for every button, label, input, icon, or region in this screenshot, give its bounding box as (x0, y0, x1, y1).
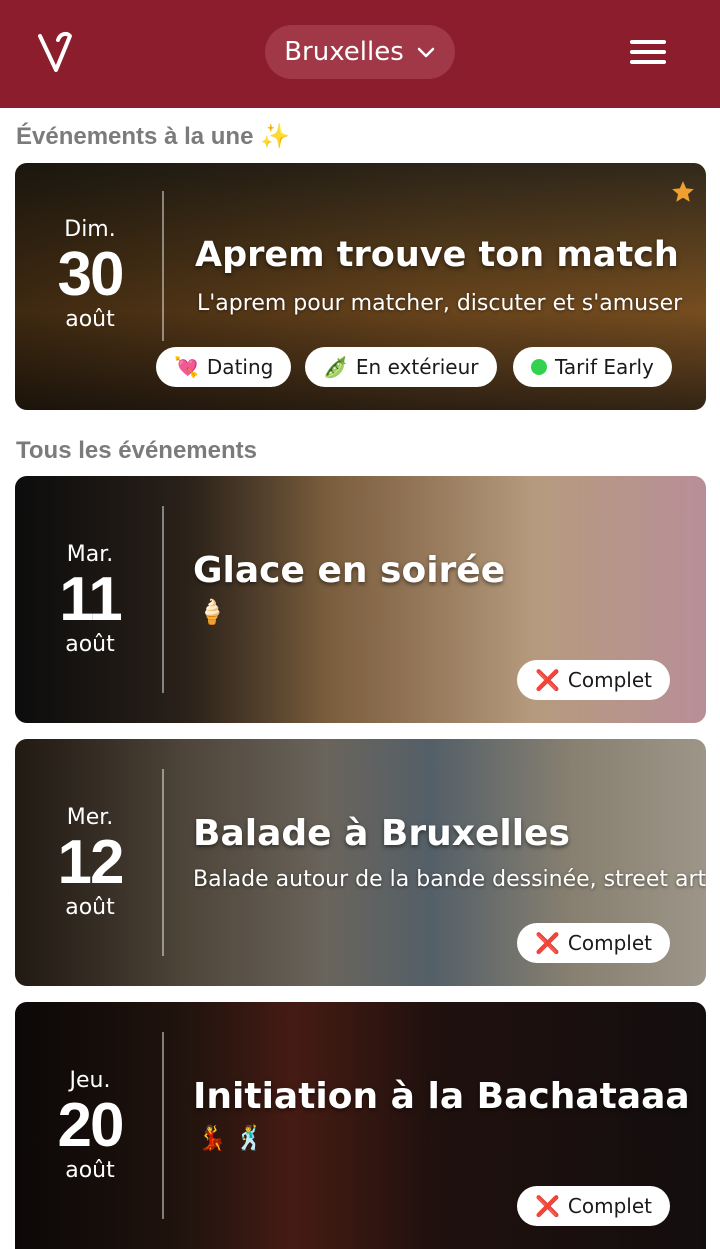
date-divider (162, 506, 164, 693)
event-subtitle: L'aprem pour matcher, discuter et s'amus… (197, 291, 683, 316)
dancer-icon: 💃 🕺 (197, 1124, 265, 1152)
cross-icon: ❌ (535, 931, 560, 955)
event-card[interactable]: Mar. 11 août Glace en soirée 🍦 ❌ Complet (15, 476, 706, 723)
event-card[interactable]: Jeu. 20 août Initiation à la Bachataaa 💃… (15, 1002, 706, 1249)
event-card[interactable]: Mer. 12 août Balade à Bruxelles Balade a… (15, 739, 706, 986)
event-weekday: Mar. (66, 541, 114, 567)
event-title: Glace en soirée (193, 550, 506, 591)
event-day-number: 30 (57, 239, 125, 309)
tag-dating: 💘 Dating (156, 347, 292, 387)
event-date: Dim. 30 août (15, 163, 165, 398)
event-title: Balade à Bruxelles (193, 813, 570, 854)
event-weekday: Dim. (64, 216, 116, 242)
featured-section-title: Événements à la une ✨ (16, 123, 290, 150)
pea-pod-icon: 🫛 (323, 355, 348, 379)
date-divider (162, 191, 164, 341)
event-weekday: Jeu. (69, 1067, 111, 1093)
hamburger-menu-icon[interactable] (630, 38, 666, 66)
event-month: août (65, 307, 115, 333)
event-day-number: 12 (57, 827, 125, 897)
event-date: Mer. 12 août (15, 739, 165, 986)
cross-icon: ❌ (535, 1194, 560, 1218)
logo-icon[interactable] (36, 30, 76, 74)
cross-icon: ❌ (535, 668, 560, 692)
status-badge: ❌ Complet (517, 1186, 670, 1226)
date-divider (162, 1032, 164, 1219)
tag-early-price: Tarif Early (513, 347, 672, 387)
star-icon (672, 181, 694, 202)
event-weekday: Mer. (66, 804, 114, 830)
chevron-down-icon (417, 47, 435, 58)
all-events-section-title: Tous les événements (16, 437, 257, 464)
event-day-number: 20 (57, 1090, 125, 1160)
event-date: Jeu. 20 août (15, 1002, 165, 1249)
event-day-number: 11 (59, 564, 123, 634)
app-header: Bruxelles (0, 0, 720, 108)
status-badge: ❌ Complet (517, 660, 670, 700)
event-month: août (65, 895, 115, 921)
event-month: août (65, 1158, 115, 1184)
event-title: Initiation à la Bachataaa (193, 1076, 690, 1117)
event-title: Aprem trouve ton match (195, 235, 679, 275)
featured-event-card[interactable]: Dim. 30 août Aprem trouve ton match L'ap… (15, 163, 706, 410)
event-subtitle: Balade autour de la bande dessinée, stre… (193, 867, 706, 892)
event-date: Mar. 11 août (15, 476, 165, 723)
status-badge: ❌ Complet (517, 923, 670, 963)
event-month: août (65, 632, 115, 658)
city-label: Bruxelles (284, 37, 404, 67)
tag-outdoor: 🫛 En extérieur (305, 347, 497, 387)
green-dot-icon (531, 359, 547, 375)
ice-cream-icon: 🍦 (197, 598, 227, 626)
date-divider (162, 769, 164, 956)
heart-icon: 💘 (174, 355, 199, 379)
city-selector[interactable]: Bruxelles (265, 25, 455, 79)
